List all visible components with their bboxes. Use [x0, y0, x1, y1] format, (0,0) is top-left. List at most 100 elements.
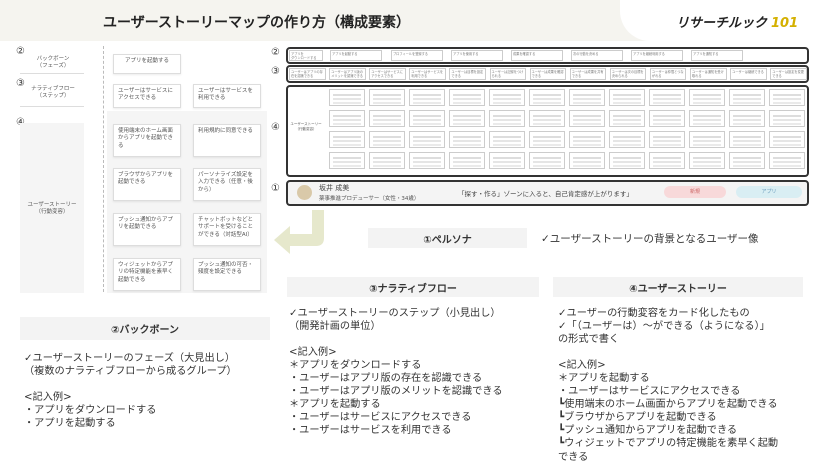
- story-mini-card-lines: [653, 136, 681, 138]
- narrative-cell: ユーザーはアプリの存在を認識できる: [289, 68, 326, 80]
- story-mini-card: [689, 89, 725, 106]
- story-mini-card: [369, 110, 405, 127]
- divider-1: [20, 73, 84, 74]
- story-card-4: パーソナライズ設定を入力できる（任意・後から）: [193, 168, 261, 201]
- story-mini-card-lines: [373, 115, 401, 117]
- story-mini-card: [489, 89, 525, 106]
- dashed-line: [103, 46, 104, 292]
- story-mini-card: [489, 110, 525, 127]
- story-mini-card-lines: [613, 136, 641, 138]
- story-mini-card-lines: [773, 157, 801, 159]
- story-mini-card-lines: [453, 136, 481, 138]
- narrative-cell: ユーザーはサービスを利用できる: [409, 68, 446, 80]
- narrative-cell: ユーザーは仲間とつながれる: [649, 68, 687, 80]
- story-mini-card-lines: [333, 94, 361, 96]
- story-mini-card: [529, 152, 565, 169]
- left-label-narrative: ナラティブフロー （ステップ）: [31, 86, 75, 100]
- logo-number: 101: [771, 16, 799, 31]
- narrative-cell: ユーザーは継続できる: [730, 68, 767, 80]
- story-mini-card-lines: [653, 157, 681, 159]
- backbone-card: アプリを起動する: [113, 54, 181, 74]
- story-mini-card: [609, 89, 645, 106]
- story-mini-card: [689, 131, 725, 148]
- page-title: ユーザーストーリーマップの作り方（構成要素）: [103, 15, 411, 31]
- story-card-5: プッシュ通知からアプリを起動できる: [113, 213, 181, 246]
- story-mini-card-lines: [773, 94, 801, 96]
- persona-description: ✓ユーザーストーリーの背景となるユーザー像: [541, 233, 759, 245]
- story-mini-card: [769, 89, 805, 106]
- story-mini-card-lines: [573, 157, 601, 159]
- story-mini-card: [329, 152, 365, 169]
- backbone-cell: アプリを使用する: [451, 50, 503, 61]
- story-mini-card-lines: [693, 157, 721, 159]
- story-mini-card-lines: [533, 115, 561, 117]
- backbone-cell: アプリを ダウンロードする: [289, 50, 323, 61]
- story-mini-card-lines: [373, 136, 401, 138]
- story-mini-card-lines: [493, 94, 521, 96]
- narrative-cell: ユーザーはサービスにアクセスできる: [369, 68, 406, 80]
- story-mini-card: [369, 131, 405, 148]
- backbone-cell: 成果を確認する: [511, 50, 563, 61]
- story-mini-card: [529, 110, 565, 127]
- story-mini-card-lines: [413, 157, 441, 159]
- story-mini-card: [769, 110, 805, 127]
- story-mini-card-lines: [573, 94, 601, 96]
- narrative-cell: ユーザーは目標を設定できる: [449, 68, 486, 80]
- story-mini-card-lines: [373, 157, 401, 159]
- story-mini-card: [729, 152, 765, 169]
- left-label-story: ユーザーストーリー （行動変容）: [27, 202, 77, 216]
- story-mini-card-lines: [333, 157, 361, 159]
- story-mini-card: [689, 110, 725, 127]
- story-mini-card: [609, 152, 645, 169]
- story-mini-card: [409, 110, 445, 127]
- story-mini-card: [569, 89, 605, 106]
- story-mini-card-lines: [533, 157, 561, 159]
- backbone-cell: アプリを通知する: [691, 50, 743, 61]
- narrative-card-2: ユーザーはサービスを利用できる: [193, 84, 261, 108]
- story-mini-card-lines: [533, 136, 561, 138]
- story-mini-card-lines: [413, 136, 441, 138]
- story-mini-card-lines: [613, 157, 641, 159]
- story-mini-card-lines: [453, 157, 481, 159]
- story-mini-card: [769, 152, 805, 169]
- story-mini-card: [449, 110, 485, 127]
- story-mini-card: [529, 89, 565, 106]
- story-mini-card-lines: [493, 115, 521, 117]
- story-mini-card: [649, 152, 685, 169]
- story-card-6: チャットボットなどとサポートを受けることができる（対話型AI）: [193, 213, 261, 246]
- story-mini-card: [529, 131, 565, 148]
- divider-2: [20, 106, 84, 107]
- story-mini-card-lines: [573, 136, 601, 138]
- right-story-row-label: ユーザーストーリー （行動変容）: [290, 122, 322, 131]
- story-mini-card: [409, 131, 445, 148]
- story-mini-card: [649, 110, 685, 127]
- story-mini-card-lines: [333, 136, 361, 138]
- story-mini-card-lines: [573, 115, 601, 117]
- story-mini-card-lines: [733, 94, 761, 96]
- story-mini-card: [489, 131, 525, 148]
- narrative-cell: ユーザーは記録をつけられる: [489, 68, 526, 80]
- story-card-8: プッシュ通知の可否・頻度を設定できる: [193, 258, 261, 291]
- persona-tag-app: アプリ: [736, 186, 802, 198]
- story-mini-card-lines: [773, 136, 801, 138]
- backbone-cell: プロフィールを登録する: [391, 50, 443, 61]
- narrative-card-1: ユーザーはサービスにアクセスできる: [113, 84, 181, 108]
- story-mini-card: [609, 131, 645, 148]
- story-mini-card: [649, 131, 685, 148]
- right-num-narrative: ③: [271, 66, 280, 77]
- backbone-cell: アプリを継続利用する: [631, 50, 683, 61]
- story-mini-card: [489, 152, 525, 169]
- story-mini-card-lines: [693, 115, 721, 117]
- story-mini-card-lines: [373, 94, 401, 96]
- backbone-description: ✓ユーザーストーリーのフェーズ（大見出し） （複数のナラティブフローから成るグル…: [24, 353, 237, 430]
- narrative-cell: ユーザーはアプリ版のメリットを認識できる: [329, 68, 366, 80]
- story-mini-card-lines: [693, 136, 721, 138]
- story-mini-card-lines: [493, 136, 521, 138]
- story-mini-card-lines: [653, 94, 681, 96]
- story-card-2: 利用規約に同意できる: [193, 124, 261, 157]
- story-card-3: ブラウザからアプリを起動できる: [113, 168, 181, 201]
- story-mini-card: [449, 89, 485, 106]
- persona-name: 坂井 成美: [319, 184, 350, 192]
- story-mini-card: [329, 131, 365, 148]
- story-mini-card-lines: [773, 115, 801, 117]
